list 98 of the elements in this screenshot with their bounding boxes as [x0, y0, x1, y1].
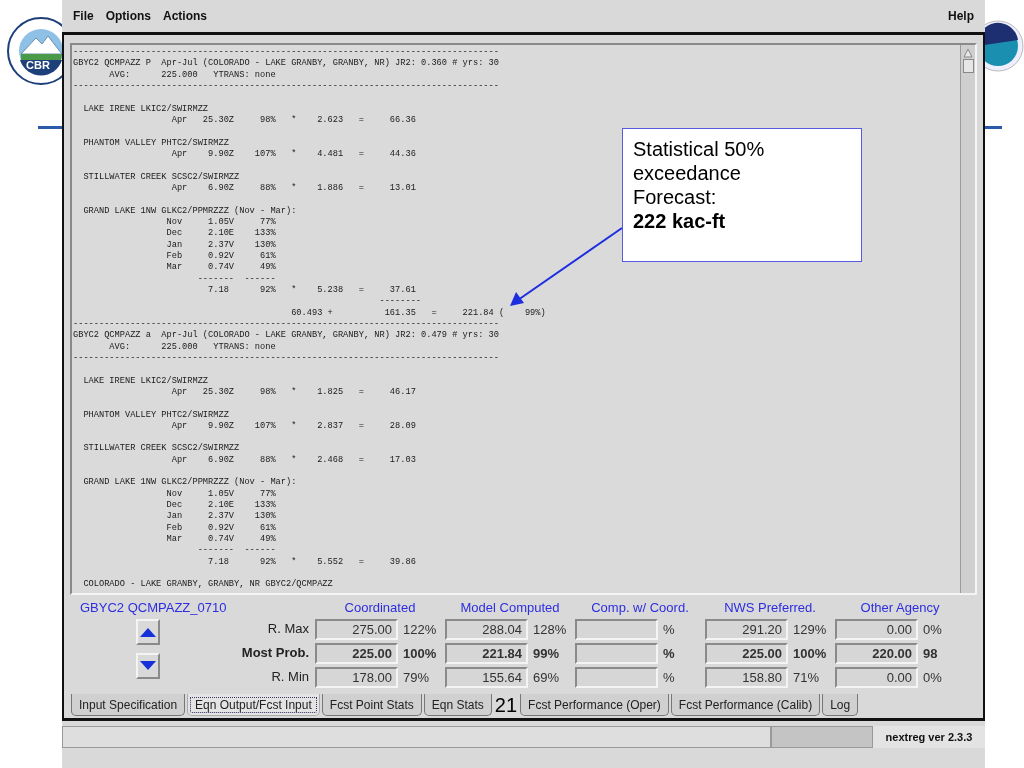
output-line: Jan 2.37V 130% — [165, 511, 276, 523]
output-line: Dec 2.10E 133% — [165, 500, 276, 512]
percent-text: 122% — [402, 621, 438, 637]
output-line: Apr 25.30Z 98% * 1.825 = 46.17 — [170, 386, 416, 399]
value-field[interactable]: 225.00 — [315, 642, 398, 664]
percent-text: 100% — [402, 645, 438, 661]
output-line: GRAND LAKE 1NW GLKC2/PPMRZZZ (Nov - Mar): — [82, 205, 297, 217]
value-field[interactable]: 291.20 — [705, 618, 788, 640]
tab[interactable]: Eqn Stats — [423, 694, 492, 717]
tab[interactable]: Fcst Point Stats — [321, 694, 422, 717]
value-field[interactable]: 0.00 — [835, 666, 918, 688]
output-line: Apr 9.90Z 107% * 2.837 = 28.09 — [170, 420, 416, 433]
percent-text: 0% — [922, 621, 943, 637]
value-field[interactable]: 221.84 — [445, 642, 528, 664]
output-line: Dec 2.10E 133% — [165, 228, 276, 240]
value-field[interactable]: 275.00 — [315, 618, 398, 640]
output-line: GBYC2 QCMPAZZ a Apr-Jul (COLORADO - LAKE GRANBY, GRANBY, NR) JR2: 0.479 # yrs: 30 — [73, 330, 499, 342]
output-line: LAKE IRENE LKIC2/SWIRMZZ — [82, 375, 209, 387]
output-line: COLORADO - LAKE GRANBY, GRANBY, NR GBYC2/QCMPAZZ — [82, 579, 333, 591]
tab[interactable]: Eqn Output/Fcst Input — [187, 694, 320, 717]
value-field[interactable]: 225.00 — [705, 642, 788, 664]
output-line: 60.493 + 161.35 = 221.84 ( 99%) — [290, 307, 546, 319]
up-triangle-icon — [140, 627, 156, 638]
output-line: Mar 0.74V 49% — [165, 534, 276, 546]
up-arrow-icon[interactable] — [963, 47, 973, 59]
value-field[interactable]: 155.64 — [445, 666, 528, 688]
percent-text: 129% — [792, 621, 828, 637]
percent-text: 98 — [922, 645, 939, 661]
column-heading: Other Agency — [859, 600, 941, 618]
output-line: GBYC2 QCMPAZZ P Apr-Jul (COLORADO - LAKE GRANBY, GRANBY, NR) JR2: 0.360 # yrs: 30 — [73, 58, 499, 70]
output-line: PHANTOM VALLEY PHTC2/SWIRMZZ — [82, 409, 229, 421]
menu-item[interactable]: Options — [100, 7, 156, 25]
value-field[interactable] — [575, 666, 658, 688]
output-line: ---------------------------------------------------------------------------------- — [73, 81, 499, 93]
output-line: ---------------------------------------------------------------------------------- — [73, 352, 499, 365]
output-line: 7.18 92% * 5.552 = 39.86 — [207, 556, 416, 569]
output-line: PHANTOM VALLEY PHTC2/SWIRMZZ — [82, 137, 229, 149]
menu-item[interactable]: Actions — [158, 7, 212, 25]
output-line: STILLWATER CREEK SCSC2/SWIRMZZ — [82, 171, 240, 183]
tab[interactable]: Fcst Performance (Calib) — [670, 694, 821, 717]
row-label: R. Min — [271, 668, 309, 687]
percent-text: 71% — [792, 669, 821, 685]
output-line: LAKE IRENE LKIC2/SWIRMZZ — [82, 103, 209, 115]
output-line: Nov 1.05V 77% — [165, 488, 276, 501]
tab[interactable]: Input Specification — [71, 694, 186, 717]
output-line: ------- ------ — [196, 545, 276, 557]
row-label: R. Max — [267, 620, 309, 639]
percent-text: % — [662, 669, 676, 685]
value-field[interactable]: 0.00 — [835, 618, 918, 640]
down-triangle-icon — [140, 661, 156, 672]
column-heading: Comp. w/ Coord. — [590, 600, 690, 618]
column-heading: Model Computed — [459, 600, 561, 618]
output-line: AVG: 225.000 YTRANS: none — [108, 341, 276, 353]
scrollbar-thumb[interactable] — [962, 59, 974, 73]
version-label: nextreg ver 2.3.3 — [873, 726, 985, 748]
value-field[interactable]: 178.00 — [315, 666, 398, 688]
forecast-id: GBYC2 QCMPAZZ_0710 — [79, 600, 228, 618]
output-line: STILLWATER CREEK SCSC2/SWIRMZZ — [82, 443, 240, 455]
value-field[interactable] — [575, 642, 658, 664]
down-button[interactable] — [136, 653, 160, 680]
percent-text: 69% — [532, 669, 561, 685]
row-label: Most Prob. — [241, 644, 309, 663]
value-field[interactable]: 288.04 — [445, 618, 528, 640]
percent-text: 128% — [532, 621, 568, 637]
output-line: ------- ------ — [196, 273, 276, 285]
output-line: -------- — [378, 296, 422, 308]
slide-number: 21 — [494, 694, 518, 718]
output-line: ---------------------------------------------------------------------------------- — [73, 47, 499, 58]
percent-text: % — [662, 621, 676, 637]
percent-text: 79% — [402, 669, 431, 685]
output-line: Nov 1.05V 77% — [165, 216, 276, 229]
output-line: Apr 6.90Z 88% * 2.468 = 17.03 — [170, 454, 416, 467]
output-line: AVG: 225.000 YTRANS: none — [108, 69, 276, 81]
help-menu[interactable]: Help — [943, 7, 979, 25]
value-field[interactable] — [575, 618, 658, 640]
output-line: Feb 0.92V 61% — [165, 522, 276, 535]
output-line: 7.18 92% * 5.238 = 37.61 — [207, 284, 416, 297]
column-heading: Coordinated — [343, 600, 417, 618]
tab[interactable]: Log — [822, 694, 859, 717]
output-line: Jan 2.37V 130% — [165, 239, 276, 251]
scrollbar[interactable] — [960, 45, 975, 594]
value-field[interactable]: 220.00 — [835, 642, 918, 664]
output-line: Apr 25.30Z 98% * 2.623 = 66.36 — [170, 114, 416, 127]
output-line: Apr 9.90Z 107% * 4.481 = 44.36 — [170, 148, 416, 161]
output-line: ---------------------------------------------------------------------------------- — [73, 318, 499, 330]
tab[interactable]: Fcst Performance (Oper) — [520, 694, 669, 717]
column-heading: NWS Preferred. — [723, 600, 817, 618]
percent-text: % — [662, 645, 676, 661]
value-field[interactable]: 158.80 — [705, 666, 788, 688]
output-line: Apr 6.90Z 88% * 1.886 = 13.01 — [170, 182, 416, 195]
up-button[interactable] — [136, 619, 160, 646]
output-line: Mar 0.74V 49% — [165, 262, 276, 274]
percent-text: 0% — [922, 669, 943, 685]
percent-text: 100% — [792, 645, 828, 661]
output-line: Feb 0.92V 61% — [165, 250, 276, 263]
output-line: GRAND LAKE 1NW GLKC2/PPMRZZZ (Nov - Mar): — [82, 477, 297, 489]
percent-text: 99% — [532, 645, 561, 661]
callout: Statistical 50% exceedance Forecast: 222 kac-ft — [622, 128, 862, 262]
